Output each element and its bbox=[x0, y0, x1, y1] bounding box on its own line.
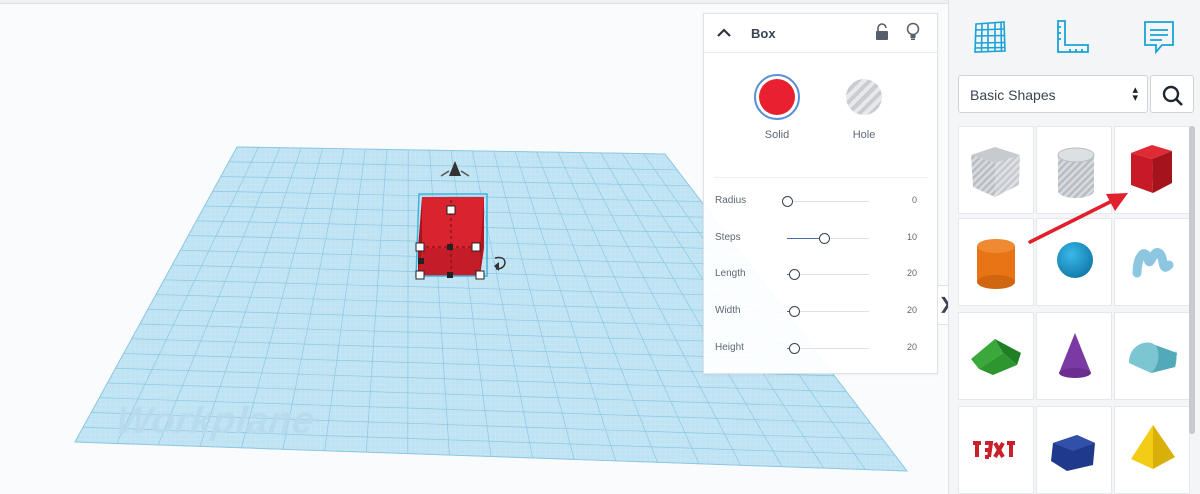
shape-name[interactable]: Box bbox=[751, 26, 776, 41]
hole-option[interactable]: Hole bbox=[834, 74, 894, 141]
grid-icon[interactable] bbox=[971, 18, 1009, 56]
param-value[interactable]: 20 bbox=[907, 342, 917, 352]
param-label: Height bbox=[715, 342, 744, 353]
ruler-icon[interactable] bbox=[1053, 18, 1091, 56]
shape-tile-scribble[interactable] bbox=[1114, 218, 1190, 306]
resize-handle[interactable] bbox=[415, 270, 425, 280]
solid-color-swatch[interactable] bbox=[759, 79, 795, 115]
slider-knob[interactable] bbox=[782, 196, 793, 207]
right-sidebar: Basic Shapes ▴ ▾ bbox=[948, 0, 1200, 494]
resize-handle[interactable] bbox=[415, 242, 425, 252]
shape-tile-box-hole[interactable] bbox=[958, 126, 1034, 214]
shape-tile-round-roof[interactable] bbox=[1114, 312, 1190, 400]
select-arrows-icon: ▴ ▾ bbox=[1132, 84, 1138, 104]
resize-handle[interactable] bbox=[475, 270, 485, 280]
shape-inspector-panel: Box Solid Hole Radius 0 Steps 10 Length … bbox=[703, 13, 938, 374]
hole-label: Hole bbox=[852, 129, 876, 141]
shape-library-select[interactable]: Basic Shapes ▴ ▾ bbox=[958, 75, 1148, 113]
resize-handle[interactable] bbox=[418, 258, 424, 264]
scrollbar-thumb[interactable] bbox=[1189, 126, 1195, 434]
hole-swatch[interactable] bbox=[846, 79, 882, 115]
slider-knob[interactable] bbox=[788, 306, 800, 317]
cone-icon bbox=[1059, 333, 1091, 378]
resize-handle[interactable] bbox=[447, 244, 453, 250]
slider-knob[interactable] bbox=[818, 233, 830, 244]
shape-list-scrollbar[interactable] bbox=[1189, 126, 1195, 434]
search-button[interactable] bbox=[1150, 75, 1194, 113]
slider-knob[interactable] bbox=[788, 343, 800, 354]
cylinder-icon bbox=[977, 239, 1015, 289]
param-value[interactable]: 10 bbox=[907, 232, 917, 242]
shape-tile-roof[interactable] bbox=[958, 312, 1034, 400]
scribble-icon bbox=[1132, 248, 1174, 278]
slider-track[interactable] bbox=[787, 201, 869, 202]
solid-hole-selector: Solid Hole bbox=[704, 74, 939, 164]
solid-option[interactable]: Solid bbox=[747, 74, 807, 141]
param-length: Length 20 bbox=[715, 265, 927, 285]
tinkercad-editor: Workplane Box Solid Hole Radius 0 Steps … bbox=[0, 0, 1200, 494]
lock-icon[interactable] bbox=[875, 23, 889, 41]
cylinder-hole-icon bbox=[1057, 147, 1095, 198]
shape-tile-text[interactable] bbox=[958, 406, 1034, 494]
param-height: Height 20 bbox=[715, 339, 927, 359]
box-hole-icon bbox=[971, 147, 1020, 197]
shape-tile-cone[interactable] bbox=[1036, 312, 1112, 400]
chevron-up-icon[interactable] bbox=[716, 25, 732, 41]
param-value[interactable]: 0 bbox=[912, 195, 917, 205]
text-icon bbox=[973, 441, 1015, 459]
box-icon bbox=[1131, 145, 1172, 193]
solid-label: Solid bbox=[764, 129, 790, 141]
divider bbox=[714, 177, 928, 178]
shape-tile-cylinder-hole[interactable] bbox=[1036, 126, 1112, 214]
selected-box-shape[interactable] bbox=[415, 193, 488, 280]
param-value[interactable]: 20 bbox=[907, 268, 917, 278]
param-value[interactable]: 20 bbox=[907, 305, 917, 315]
slider-knob[interactable] bbox=[788, 269, 800, 280]
resize-handle[interactable] bbox=[447, 272, 453, 278]
param-label: Radius bbox=[715, 195, 747, 206]
round-roof-icon bbox=[1129, 342, 1177, 373]
param-label: Length bbox=[715, 268, 746, 279]
param-label: Width bbox=[715, 305, 741, 316]
shape-library-selected: Basic Shapes bbox=[970, 87, 1056, 103]
height-handle[interactable] bbox=[446, 205, 456, 215]
search-icon bbox=[1162, 85, 1183, 106]
shape-tile-cylinder[interactable] bbox=[958, 218, 1034, 306]
param-label: Steps bbox=[715, 232, 741, 243]
param-steps: Steps 10 bbox=[715, 229, 927, 249]
lightbulb-icon[interactable] bbox=[906, 22, 920, 41]
shape-tile-box[interactable] bbox=[1114, 126, 1190, 214]
param-width: Width 20 bbox=[715, 302, 927, 322]
sphere-icon bbox=[1057, 242, 1093, 278]
shape-tile-pyramid[interactable] bbox=[1114, 406, 1190, 494]
notes-icon[interactable] bbox=[1140, 18, 1178, 56]
inspector-header: Box bbox=[704, 14, 937, 53]
shape-tile-sphere[interactable] bbox=[1036, 218, 1112, 306]
workplane-label: Workplane bbox=[113, 400, 318, 442]
resize-handle[interactable] bbox=[471, 242, 481, 252]
shape-tile-polygon[interactable] bbox=[1036, 406, 1112, 494]
pyramid-icon bbox=[1131, 425, 1175, 469]
polygon-icon bbox=[1051, 435, 1095, 471]
param-radius: Radius 0 bbox=[715, 192, 927, 212]
roof-icon bbox=[971, 339, 1021, 375]
